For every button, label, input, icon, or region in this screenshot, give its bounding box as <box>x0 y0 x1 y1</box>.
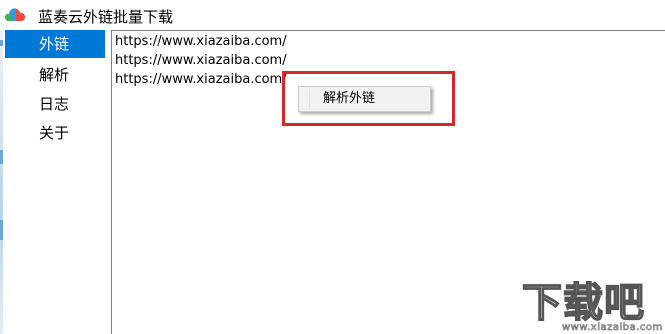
sidebar-item-label: 日志 <box>39 95 70 113</box>
window-title: 蓝奏云外链批量下载 <box>38 8 174 26</box>
link-line[interactable]: https://www.xiazaiba.com/ <box>115 32 287 52</box>
cloud-icon <box>5 6 27 22</box>
sidebar-item-log[interactable]: 日志 <box>5 90 105 118</box>
sidebar-item-label: 解析 <box>39 66 70 84</box>
edge-tick <box>0 220 3 240</box>
link-line[interactable]: https://www.xiazaiba.com/ <box>115 51 287 71</box>
title-bar: 蓝奏云外链批量下载 <box>0 0 665 30</box>
sidebar-item-label: 关于 <box>39 124 70 142</box>
app-window: 蓝奏云外链批量下载 外链 解析 日志 关于 https://www.xiazai… <box>0 0 665 334</box>
link-input-area[interactable]: https://www.xiazaiba.com/ https://www.xi… <box>111 30 665 334</box>
sidebar-item-parse[interactable]: 解析 <box>5 61 105 89</box>
edge-tick <box>0 150 3 164</box>
sidebar-item-about[interactable]: 关于 <box>5 119 105 147</box>
sidebar-item-external-links[interactable]: 外链 <box>5 30 105 58</box>
parse-external-links-menu-item[interactable]: 解析外链 <box>323 87 375 111</box>
edge-tick <box>0 40 3 46</box>
left-edge-strip <box>0 30 3 334</box>
sidebar-nav: 外链 解析 日志 关于 <box>5 30 105 334</box>
sidebar-item-label: 外链 <box>39 35 70 53</box>
link-line[interactable]: https://www.xiazaiba.com/ <box>115 70 287 90</box>
context-menu: 解析外链 <box>298 86 431 112</box>
menu-gutter <box>309 89 310 109</box>
